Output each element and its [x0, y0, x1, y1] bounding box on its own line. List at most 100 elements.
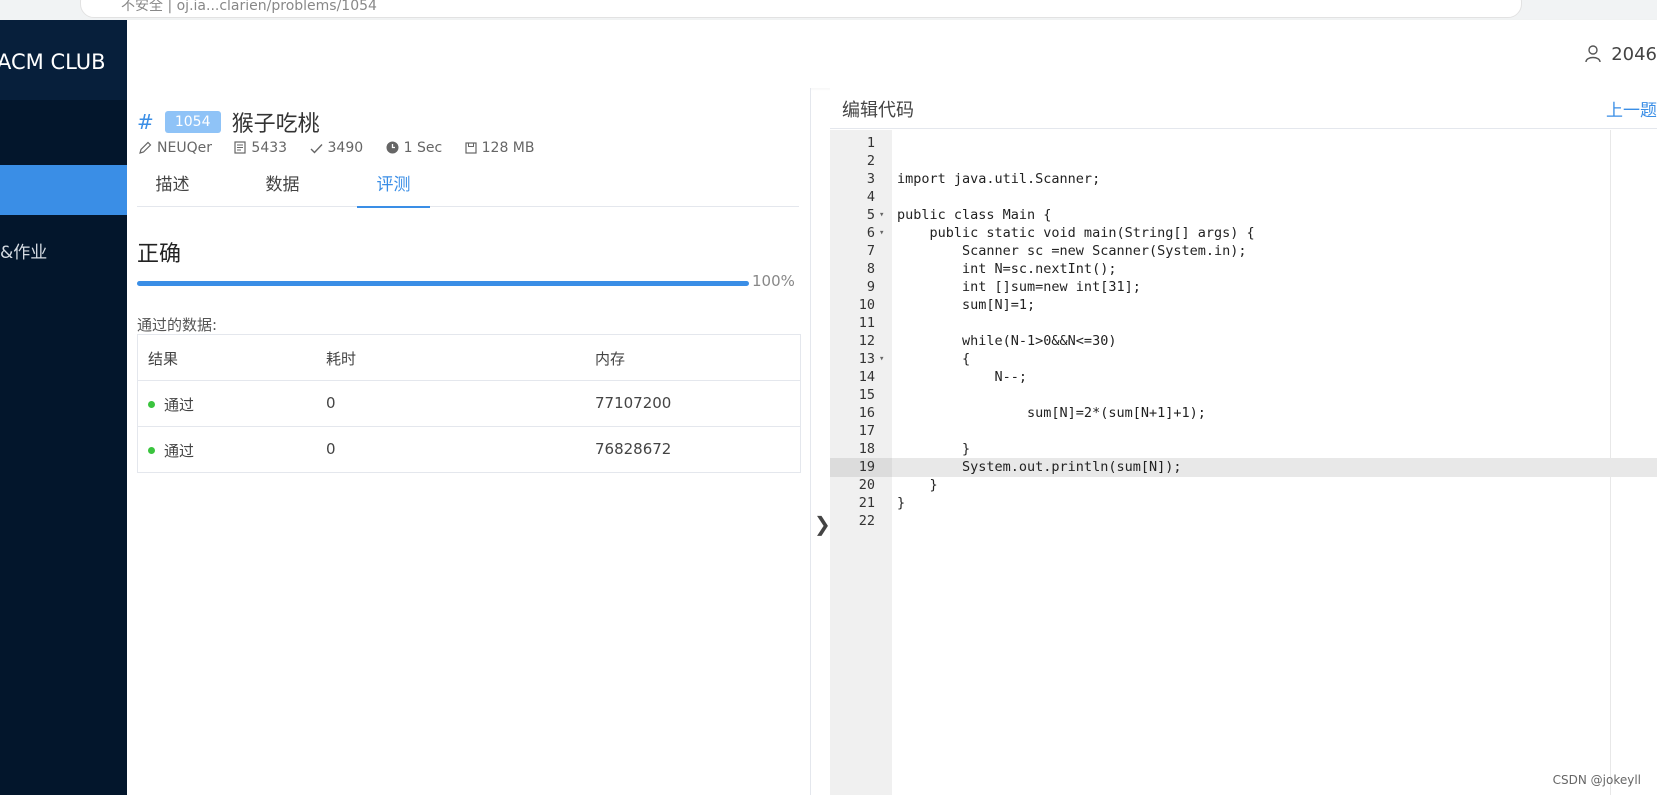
user-menu[interactable]: 2046: [1585, 44, 1657, 65]
sidebar-item-homework[interactable]: &作业: [0, 238, 47, 263]
line-number: 8: [866, 261, 875, 277]
line-number: 13: [858, 351, 875, 367]
code-line[interactable]: 12 while(N-1>0&&N<=30): [830, 332, 1657, 351]
meta-memory-limit: 128 MB: [465, 140, 535, 156]
line-number: 10: [858, 297, 875, 313]
address-bar[interactable]: 不安全 | oj.ia...clarien/problems/1054: [80, 0, 1522, 18]
code-line[interactable]: 10 sum[N]=1;: [830, 296, 1657, 315]
problem-id-badge: 1054: [164, 111, 221, 133]
result-cell: 通过: [148, 440, 194, 461]
brand-title: ACM CLUB: [0, 50, 106, 74]
collapse-chevron-icon[interactable]: ❯: [814, 512, 831, 536]
line-number: 20: [858, 477, 875, 493]
line-number: 12: [858, 333, 875, 349]
line-number: 7: [866, 243, 875, 259]
line-number: 4: [866, 189, 875, 205]
line-number: 6: [866, 225, 875, 241]
line-number: 22: [858, 513, 875, 529]
line-number: 14: [858, 369, 875, 385]
code-line[interactable]: 18 }: [830, 440, 1657, 459]
sidebar-item-active[interactable]: [0, 165, 127, 215]
prev-problem-link[interactable]: 上一题: [1606, 96, 1657, 121]
code-line[interactable]: 21}: [830, 494, 1657, 513]
save-icon: [465, 142, 477, 154]
tab-data[interactable]: 数据: [255, 170, 310, 206]
line-number: 9: [866, 279, 875, 295]
code-line[interactable]: 1: [830, 134, 1657, 153]
watermark: CSDN @jokeyll: [1552, 773, 1641, 787]
code-text: sum[N]=1;: [897, 297, 1036, 313]
fold-arrow-icon[interactable]: ▾: [879, 224, 884, 243]
problem-meta: NEUQer 5433 3490 1 Sec 128 MB: [139, 140, 552, 156]
code-line[interactable]: 8 int N=sc.nextInt();: [830, 260, 1657, 279]
code-line[interactable]: 20 }: [830, 476, 1657, 495]
code-editor[interactable]: 1 2 3 import java.util.Scanner; 4 5 ▾ public cl…: [830, 130, 1657, 795]
code-text: N--;: [897, 369, 1028, 385]
code-line[interactable]: 11: [830, 314, 1657, 333]
line-number: 1: [866, 135, 875, 151]
code-line[interactable]: 2: [830, 152, 1657, 171]
panel-divider[interactable]: [810, 88, 811, 795]
code-line[interactable]: 13 ▾ {: [830, 350, 1657, 369]
time-cell: 0: [326, 394, 336, 412]
tab-description[interactable]: 描述: [145, 170, 200, 206]
meta-time-limit: 1 Sec: [386, 140, 443, 156]
code-line[interactable]: 15: [830, 386, 1657, 405]
meta-memory-text: 128 MB: [481, 140, 535, 156]
code-text: sum[N]=2*(sum[N+1]+1);: [897, 405, 1206, 421]
code-line[interactable]: 19 System.out.println(sum[N]);: [830, 458, 1657, 477]
user-icon: [1585, 45, 1601, 63]
passed-data-label: 通过的数据:: [137, 316, 218, 334]
result-text: 通过: [164, 396, 195, 414]
column-header-memory: 内存: [595, 350, 626, 368]
meta-submissions-text: 5433: [251, 140, 288, 156]
code-line[interactable]: 3 import java.util.Scanner;: [830, 170, 1657, 189]
line-number: 18: [858, 441, 875, 457]
code-line[interactable]: 17: [830, 422, 1657, 441]
code-line[interactable]: 9 int []sum=new int[31];: [830, 278, 1657, 297]
code-text: System.out.println(sum[N]);: [897, 459, 1182, 475]
table-row: 通过 0 76828672: [138, 427, 800, 472]
code-text: Scanner sc =new Scanner(System.in);: [897, 243, 1247, 259]
meta-submissions: 5433: [234, 140, 287, 156]
line-number: 15: [858, 387, 875, 403]
code-line[interactable]: 14 N--;: [830, 368, 1657, 387]
code-text: int []sum=new int[31];: [897, 279, 1141, 295]
problem-name: 猴子吃桃: [231, 112, 320, 137]
code-line[interactable]: 5 ▾ public class Main {: [830, 206, 1657, 225]
result-table: 结果 耗时 内存 通过 0 77107200 通过 0 76828672: [137, 334, 801, 473]
line-number: 2: [866, 153, 875, 169]
line-number: 19: [858, 459, 875, 475]
meta-author: NEUQer: [139, 140, 212, 156]
progress-percent: 100%: [752, 272, 795, 290]
browser-toolbar: 不安全 | oj.ia...clarien/problems/1054: [0, 0, 1657, 21]
result-cell: 通过: [148, 394, 194, 415]
memory-cell: 76828672: [595, 440, 672, 458]
user-name: 2046: [1611, 44, 1657, 65]
fold-arrow-icon[interactable]: ▾: [879, 350, 884, 369]
line-number: 17: [858, 423, 875, 439]
code-line[interactable]: 22: [830, 512, 1657, 531]
code-line[interactable]: 7 Scanner sc =new Scanner(System.in);: [830, 242, 1657, 261]
clock-icon: [386, 141, 399, 154]
editor-title: 编辑代码: [842, 100, 914, 121]
meta-time-text: 1 Sec: [403, 140, 443, 156]
code-line[interactable]: 16 sum[N]=2*(sum[N+1]+1);: [830, 404, 1657, 423]
result-text: 通过: [164, 442, 195, 460]
code-line[interactable]: 6 ▾ public static void main(String[] args…: [830, 224, 1657, 243]
line-number: 16: [858, 405, 875, 421]
column-header-time: 耗时: [326, 350, 357, 368]
fold-arrow-icon[interactable]: ▾: [879, 206, 884, 225]
hash-symbol: #: [137, 110, 154, 134]
table-row: 通过 0 77107200: [138, 381, 800, 427]
tab-judge[interactable]: 评测: [357, 170, 430, 208]
column-header-result: 结果: [148, 350, 179, 368]
verdict-text: 正确: [137, 242, 182, 267]
code-text: {: [897, 351, 971, 367]
success-dot-icon: [148, 401, 155, 408]
editor-panel: 编辑代码 上一题 1 2 3 import java.util.Scanner; 4 5 ▾…: [830, 88, 1657, 795]
meta-accepted-text: 3490: [327, 140, 364, 156]
code-text: }: [897, 495, 906, 511]
problem-panel: # 1054 猴子吃桃 NEUQer 5433 3490 1 Sec 128 M…: [127, 88, 810, 795]
code-line[interactable]: 4: [830, 188, 1657, 207]
